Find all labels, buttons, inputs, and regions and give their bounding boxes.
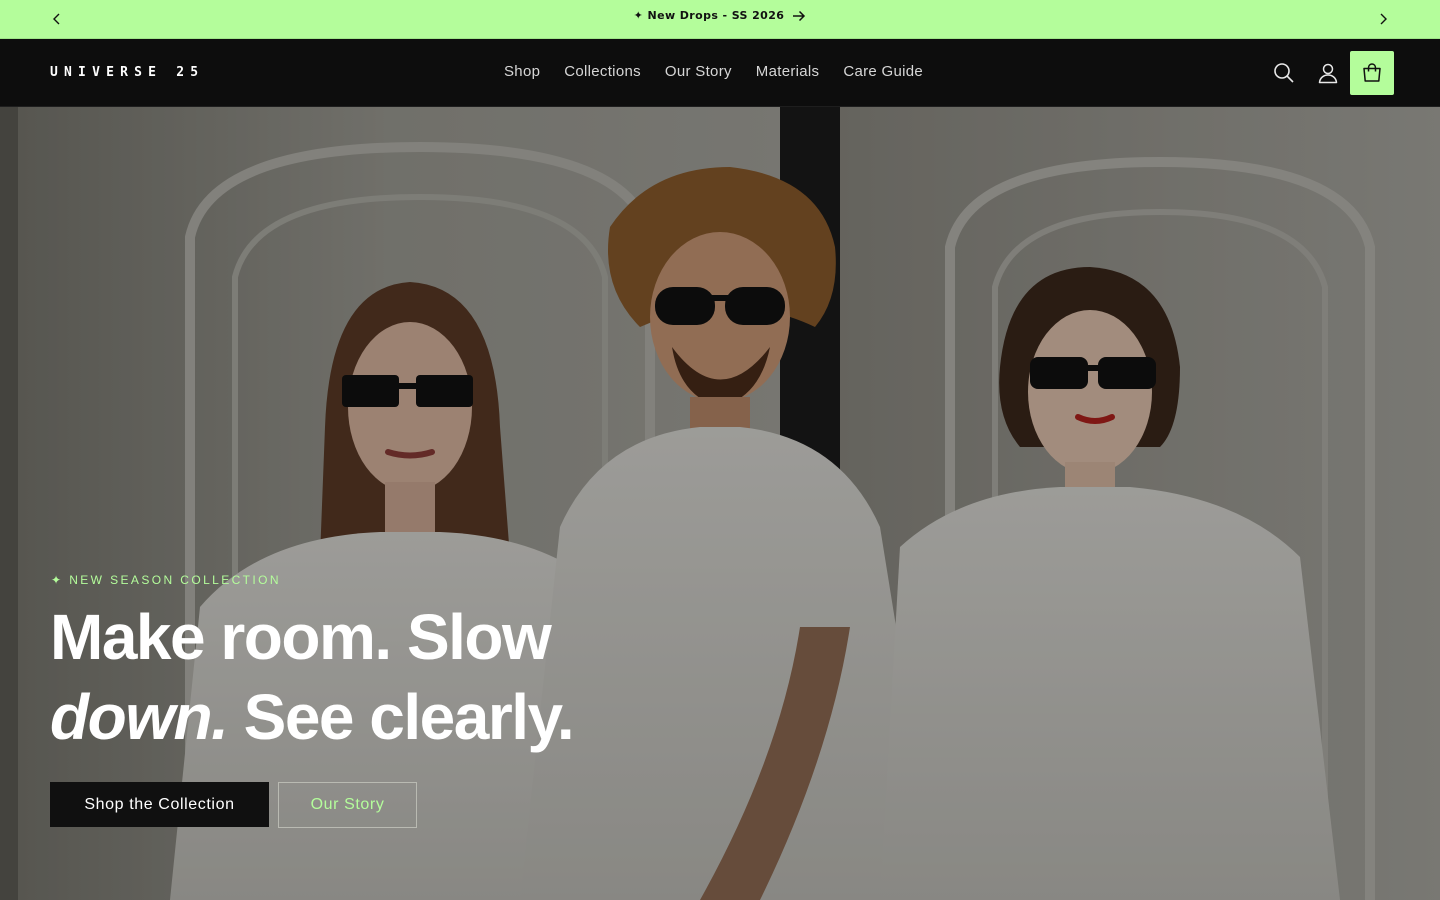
chevron-left-icon xyxy=(53,13,60,25)
cart-button[interactable] xyxy=(1350,51,1394,95)
nav-item-materials[interactable]: Materials xyxy=(756,63,820,80)
nav-item-collections[interactable]: Collections xyxy=(564,63,641,80)
chevron-right-icon xyxy=(1380,13,1387,25)
nav-item-care-guide[interactable]: Care Guide xyxy=(843,63,923,80)
announcement-prev-button[interactable] xyxy=(46,8,68,30)
main-nav: Shop Collections Our Story Materials Car… xyxy=(504,63,947,80)
nav-item-our-story[interactable]: Our Story xyxy=(665,63,732,80)
account-button[interactable] xyxy=(1306,51,1350,95)
search-button[interactable] xyxy=(1262,51,1306,95)
hero-headline: Make room. Slow down. See clearly. xyxy=(50,597,750,757)
site-header: UNIVERSE 25 Shop Collections Our Story M… xyxy=(0,39,1440,107)
announcement-text: ✦ New Drops - SS 2026 xyxy=(633,9,785,22)
nav-item-shop[interactable]: Shop xyxy=(504,63,540,80)
announcement-bar: ✦ New Drops - SS 2026 xyxy=(0,0,1440,39)
cart-icon xyxy=(1363,63,1381,82)
search-icon xyxy=(1274,63,1294,83)
arrow-right-icon xyxy=(793,10,806,21)
headline-line-1: Make room. Slow xyxy=(50,601,552,673)
headline-italic: down. xyxy=(50,681,229,753)
hero-section: ✦ NEW SEASON COLLECTION Make room. Slow … xyxy=(0,107,1440,900)
logo[interactable]: UNIVERSE 25 xyxy=(50,65,204,80)
announcement-link[interactable]: ✦ New Drops - SS 2026 xyxy=(634,9,807,22)
hero-eyebrow: ✦ NEW SEASON COLLECTION xyxy=(51,573,281,587)
shop-collection-button[interactable]: Shop the Collection xyxy=(50,782,269,827)
account-icon xyxy=(1318,63,1338,84)
our-story-button[interactable]: Our Story xyxy=(278,782,417,828)
headline-line-2: See clearly. xyxy=(227,681,575,753)
announcement-next-button[interactable] xyxy=(1372,8,1394,30)
